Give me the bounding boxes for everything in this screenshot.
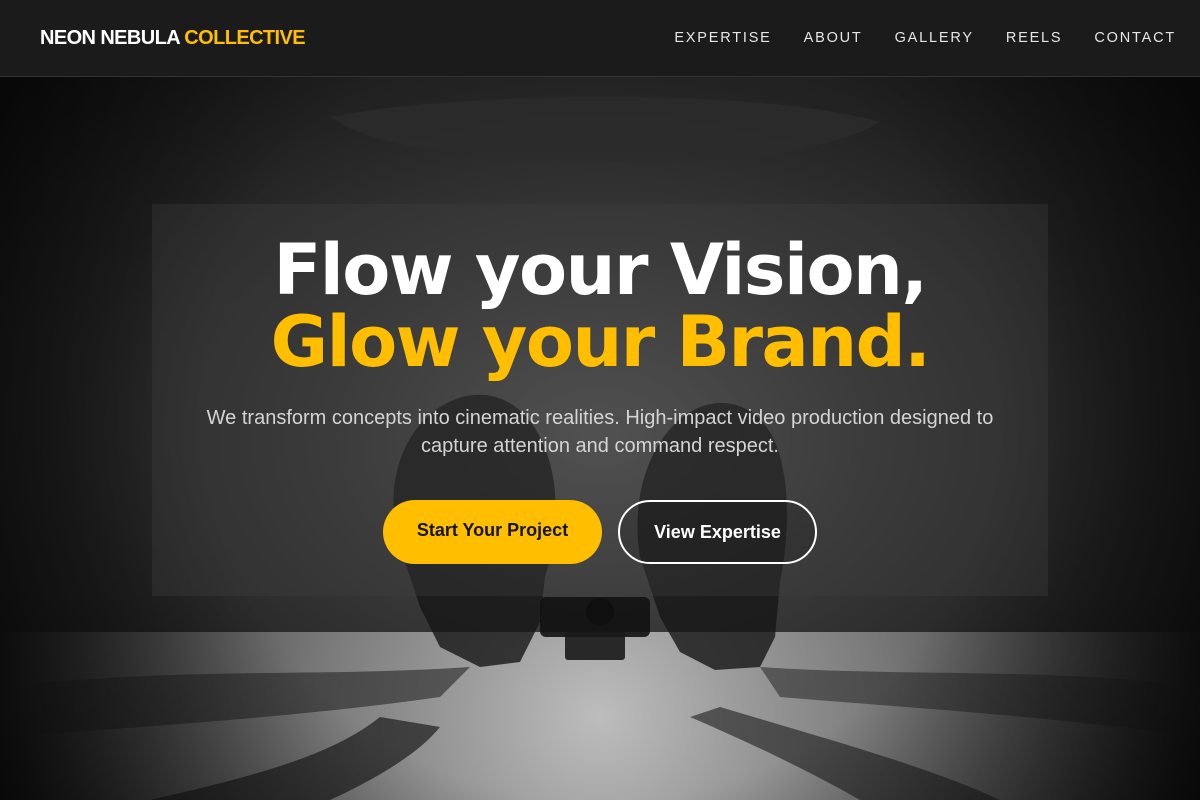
brand-name: NEON NEBULA [40,27,180,49]
start-project-button[interactable]: Start Your Project [383,500,602,564]
nav-link-reels[interactable]: REELS [1006,28,1063,48]
site-header: NEON NEBULA COLLECTIVE EXPERTISE ABOUT G… [0,0,1200,77]
nav-link-about[interactable]: ABOUT [804,28,863,48]
hero-title-line2: Glow your Brand. [270,301,931,383]
hero-title-line1: Flow your Vision, [273,229,928,311]
main-nav: EXPERTISE ABOUT GALLERY REELS CONTACT [674,28,1176,48]
hero-title: Flow your Vision, Glow your Brand. [0,234,1200,378]
nav-link-expertise[interactable]: EXPERTISE [674,28,771,48]
landing-page: NEON NEBULA COLLECTIVE EXPERTISE ABOUT G… [0,0,1200,800]
hero-subtitle: We transform concepts into cinematic rea… [206,407,994,457]
brand-accent: COLLECTIVE [184,27,305,49]
nav-link-contact[interactable]: CONTACT [1094,28,1176,48]
brand-logo[interactable]: NEON NEBULA COLLECTIVE [40,26,306,50]
view-expertise-button[interactable]: View Expertise [618,500,817,564]
nav-link-gallery[interactable]: GALLERY [895,28,974,48]
